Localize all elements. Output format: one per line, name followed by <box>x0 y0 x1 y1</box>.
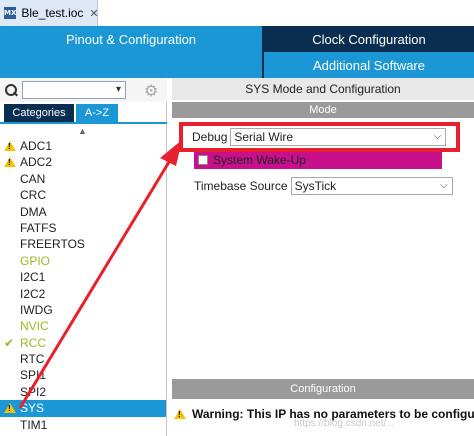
editor-tab-strip: MX Ble_test.ioc ✕ <box>0 0 474 26</box>
component-item-label: GPIO <box>20 253 51 268</box>
editor-tab-label: Ble_test.ioc <box>21 6 84 20</box>
component-item-gpio[interactable]: GPIO <box>0 253 166 269</box>
annotation-highlight-box <box>179 122 460 152</box>
chevron-down-icon[interactable]: ▾ <box>116 84 121 95</box>
component-item-iwdg[interactable]: IWDG <box>0 302 166 318</box>
component-panel: ▾ ⚙ Categories A->Z ▲ ADC1ADC2CANCRCDMAF… <box>0 78 167 436</box>
component-item-fatfs[interactable]: FATFS <box>0 220 166 236</box>
configuration-section-header: Configuration <box>172 379 474 399</box>
component-item-label: FATFS <box>20 220 57 235</box>
component-item-label: CAN <box>20 171 46 186</box>
component-item-i2c1[interactable]: I2C1 <box>0 269 166 285</box>
component-list: ADC1 ADC2CAN CRCDMAFATFS FREERTOSGPIO I2C1I2… <box>0 138 166 433</box>
sort-ascending-icon[interactable]: ▲ <box>78 126 87 136</box>
tab-categories[interactable]: Categories <box>4 104 74 122</box>
watermark: https://blog.csdn.net/... <box>294 418 395 429</box>
component-item-adc1[interactable]: ADC1 <box>0 138 166 154</box>
search-icon <box>4 83 18 97</box>
sys-config-panel: SYS Mode and Configuration Mode Debug Se… <box>172 78 474 436</box>
component-item-label: RCC <box>20 335 46 350</box>
component-item-sys[interactable]: SYS <box>0 400 166 417</box>
timebase-select-value: SysTick <box>294 179 337 193</box>
component-item-label: IWDG <box>20 302 53 317</box>
component-item-tim1[interactable]: TIM1 <box>0 417 166 433</box>
component-item-label: RTC <box>20 352 45 367</box>
component-item-label: FREERTOS <box>20 237 85 252</box>
timebase-select[interactable]: SysTick ⌵ <box>290 177 453 195</box>
component-item-label: CRC <box>20 188 46 203</box>
timebase-row: Timebase Source SysTick ⌵ <box>194 176 453 196</box>
tab-additional-software[interactable]: Additional Software <box>264 52 474 78</box>
component-item-rcc[interactable]: ✔ RCC <box>0 335 166 351</box>
panel-title: SYS Mode and Configuration <box>172 78 474 100</box>
component-item-rtc[interactable]: RTC <box>0 351 166 367</box>
component-item-spi1[interactable]: SPI1 <box>0 367 166 383</box>
gear-icon[interactable]: ⚙ <box>144 81 158 101</box>
tab-pinout-configuration-label: Pinout & Configuration <box>65 32 197 47</box>
warning-icon <box>4 157 16 168</box>
component-item-crc[interactable]: CRC <box>0 187 166 203</box>
tab-a-to-z[interactable]: A->Z <box>76 104 118 122</box>
tab-clock-configuration[interactable]: Clock Configuration <box>264 26 474 52</box>
warning-icon <box>4 141 16 151</box>
component-item-label: SYS <box>20 401 45 416</box>
system-wakeup-row[interactable]: System Wake-Up <box>194 151 442 169</box>
component-item-i2c2[interactable]: I2C2 <box>0 286 166 302</box>
component-item-label: ADC1 <box>20 139 53 153</box>
component-item-adc2[interactable]: ADC2 <box>0 154 166 170</box>
close-icon[interactable]: ✕ <box>89 7 98 20</box>
component-item-label: SPI2 <box>20 384 47 399</box>
main-nav-bar: Pinout & Configuration Clock Configurati… <box>0 26 474 78</box>
component-item-freertos[interactable]: FREERTOS <box>0 236 166 252</box>
chevron-down-icon: ⌵ <box>440 180 448 191</box>
component-item-can[interactable]: CAN <box>0 171 166 187</box>
cubemx-file-icon: MX <box>4 7 17 19</box>
check-icon: ✔ <box>4 335 15 350</box>
component-item-label: I2C2 <box>20 286 46 301</box>
warning-icon <box>4 403 16 414</box>
system-wakeup-label: System Wake-Up <box>213 153 306 167</box>
component-item-label: SPI1 <box>20 368 47 383</box>
component-item-dma[interactable]: DMA <box>0 204 166 220</box>
component-item-spi2[interactable]: SPI2 <box>0 384 166 400</box>
component-item-label: DMA <box>20 204 47 219</box>
component-item-label: TIM1 <box>20 417 48 432</box>
tab-pinout-configuration[interactable]: Pinout & Configuration <box>0 26 262 78</box>
search-input[interactable] <box>22 81 126 99</box>
editor-tab[interactable]: MX Ble_test.ioc ✕ <box>0 0 99 26</box>
search-row: ▾ ⚙ <box>0 78 167 102</box>
component-item-label: NVIC <box>20 319 49 334</box>
view-tabs: Categories A->Z <box>0 104 167 124</box>
mode-section-header: Mode <box>172 102 474 118</box>
component-item-label: ADC2 <box>20 155 53 170</box>
timebase-label: Timebase Source <box>194 179 288 193</box>
warning-icon <box>174 409 186 419</box>
component-item-nvic[interactable]: NVIC <box>0 318 166 334</box>
system-wakeup-checkbox[interactable] <box>198 155 208 165</box>
component-item-label: I2C1 <box>20 270 46 285</box>
